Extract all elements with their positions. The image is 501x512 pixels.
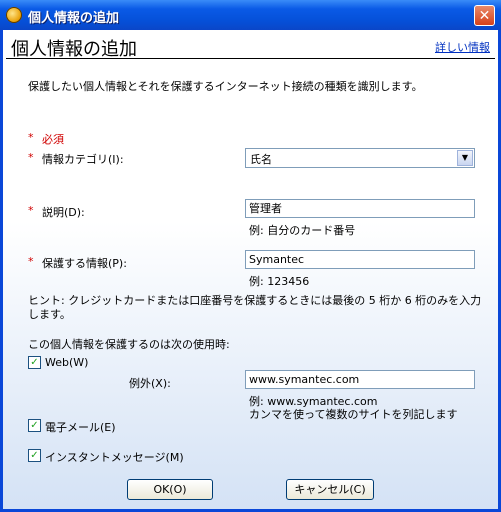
description-example: 例: 自分のカード番号 (249, 224, 356, 237)
norton-app-icon (6, 7, 22, 23)
im-label[interactable]: インスタントメッセージ(M) (45, 449, 184, 465)
protected-info-input[interactable]: Symantec (245, 250, 475, 269)
protected-info-label: 保護する情報(P): (42, 257, 127, 270)
description-required-asterisk: * (28, 204, 34, 217)
category-select[interactable]: 氏名 ▼ (245, 148, 475, 168)
category-required-asterisk: * (28, 151, 34, 164)
web-label[interactable]: Web(W) (45, 356, 88, 369)
ok-button[interactable]: OK(O) (127, 479, 213, 500)
usage-heading: この個人情報を保護するのは次の使用時: (28, 338, 230, 351)
dialog-header: 個人情報の追加 詳しい情報 (3, 30, 498, 60)
title-bar[interactable]: 個人情報の追加 ✕ (0, 0, 501, 30)
protected-info-example: 例: 123456 (249, 275, 310, 288)
im-checkbox[interactable]: ✓ (28, 449, 41, 462)
chevron-down-icon[interactable]: ▼ (457, 150, 473, 166)
description-label: 説明(D): (42, 206, 85, 219)
email-label[interactable]: 電子メール(E) (45, 419, 116, 435)
web-checkbox[interactable]: ✓ (28, 356, 41, 369)
category-label: 情報カテゴリ(I): (42, 153, 124, 166)
required-asterisk: * (28, 131, 34, 144)
required-legend: 必須 (42, 133, 64, 146)
header-divider (6, 58, 495, 59)
dialog-window: 個人情報の追加 ✕ 個人情報の追加 詳しい情報 保護したい個人情報とそれを保護す… (0, 0, 501, 512)
cancel-button[interactable]: キャンセル(C) (286, 479, 374, 500)
protected-info-required-asterisk: * (28, 255, 34, 268)
details-link[interactable]: 詳しい情報 (435, 39, 490, 55)
close-button[interactable]: ✕ (474, 5, 495, 26)
email-checkbox[interactable]: ✓ (28, 419, 41, 432)
window-title: 個人情報の追加 (28, 11, 120, 26)
intro-text: 保護したい個人情報とそれを保護するインターネット接続の種類を識別します。 (28, 80, 423, 93)
description-input[interactable]: 管理者 (245, 199, 475, 218)
category-value: 氏名 (250, 153, 272, 166)
dialog-body: 個人情報の追加 詳しい情報 保護したい個人情報とそれを保護するインターネット接続… (3, 30, 498, 509)
exceptions-label: 例外(X): (129, 377, 171, 390)
hint-text: ヒント: クレジットカードまたは口座番号を保護するときには最後の 5 桁か 6 … (28, 294, 482, 321)
exceptions-note: カンマを使って複数のサイトを列記します (249, 408, 458, 421)
exceptions-input[interactable]: www.symantec.com (245, 370, 475, 389)
